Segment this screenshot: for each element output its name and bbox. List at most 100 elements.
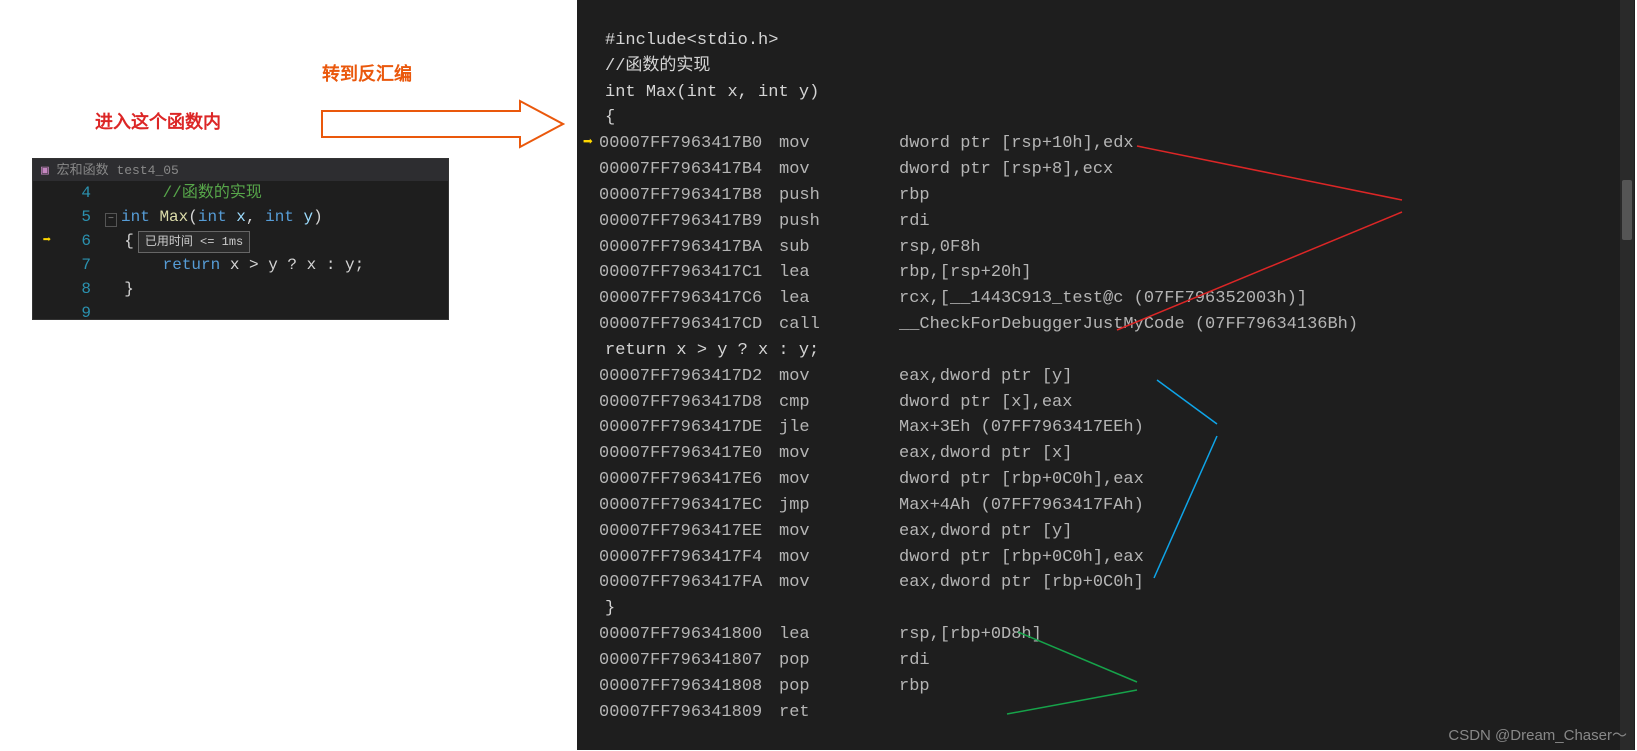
- disasm-row: 00007FF796341809ret: [577, 700, 1635, 726]
- operand: rdi: [899, 209, 1635, 235]
- mnemonic: pop: [779, 648, 899, 674]
- operand: rbp,[rsp+20h]: [899, 260, 1635, 286]
- disasm-source-line: //函数的实现: [577, 54, 1635, 80]
- disasm-row: 00007FF7963417CDcall__CheckForDebuggerJu…: [577, 312, 1635, 338]
- address: 00007FF796341809: [599, 700, 779, 726]
- disasm-row: 00007FF7963417ECjmpMax+4Ah (07FF7963417F…: [577, 493, 1635, 519]
- disasm-row: 00007FF7963417F4movdword ptr [rbp+0C0h],…: [577, 545, 1635, 571]
- disasm-row: 00007FF7963417D2moveax,dword ptr [y]: [577, 364, 1635, 390]
- annotation-enter-func: 进入这个函数内: [95, 108, 221, 134]
- operand: [899, 700, 1635, 726]
- annotation-goto-disasm: 转到反汇编: [322, 60, 412, 86]
- disasm-row: 00007FF7963417E6movdword ptr [rbp+0C0h],…: [577, 467, 1635, 493]
- operand: Max+4Ah (07FF7963417FAh): [899, 493, 1635, 519]
- code-line: 8 }: [33, 277, 448, 301]
- operand: eax,dword ptr [y]: [899, 519, 1635, 545]
- address: 00007FF7963417E6: [599, 467, 779, 493]
- disasm-row: 00007FF7963417FAmoveax,dword ptr [rbp+0C…: [577, 570, 1635, 596]
- address: 00007FF7963417D8: [599, 390, 779, 416]
- disasm-row: 00007FF7963417DEjleMax+3Eh (07FF7963417E…: [577, 415, 1635, 441]
- tab-bar[interactable]: ▣ 宏和函数 test4_05: [33, 159, 448, 181]
- operand: eax,dword ptr [rbp+0C0h]: [899, 570, 1635, 596]
- scrollbar[interactable]: [1620, 0, 1634, 750]
- disasm-row: 00007FF7963417E0moveax,dword ptr [x]: [577, 441, 1635, 467]
- address: 00007FF7963417DE: [599, 415, 779, 441]
- operand: eax,dword ptr [x]: [899, 441, 1635, 467]
- mnemonic: sub: [779, 235, 899, 261]
- operand: dword ptr [rbp+0C0h],eax: [899, 545, 1635, 571]
- disasm-row: 00007FF7963417B4movdword ptr [rsp+8],ecx: [577, 157, 1635, 183]
- mnemonic: mov: [779, 519, 899, 545]
- address: 00007FF7963417F4: [599, 545, 779, 571]
- disasm-row: ➡00007FF7963417B0movdword ptr [rsp+10h],…: [577, 131, 1635, 157]
- disassembly-panel: #include<stdio.h> //函数的实现 int Max(int x,…: [577, 0, 1635, 750]
- operand: Max+3Eh (07FF7963417EEh): [899, 415, 1635, 441]
- tab-label: 宏和函数 test4_05: [57, 163, 179, 178]
- mnemonic: call: [779, 312, 899, 338]
- address: 00007FF7963417EC: [599, 493, 779, 519]
- code-line: 5 −int Max(int x, int y): [33, 205, 448, 229]
- address: 00007FF7963417D2: [599, 364, 779, 390]
- disasm-source-line: {: [577, 105, 1635, 131]
- address: 00007FF7963417C6: [599, 286, 779, 312]
- address: 00007FF7963417C1: [599, 260, 779, 286]
- source-code-panel: ▣ 宏和函数 test4_05 4 //函数的实现 5 −int Max(int…: [32, 158, 449, 320]
- mnemonic: mov: [779, 157, 899, 183]
- operand: __CheckForDebuggerJustMyCode (07FF796341…: [899, 312, 1635, 338]
- address: 00007FF796341808: [599, 674, 779, 700]
- disasm-row: 00007FF7963417EEmoveax,dword ptr [y]: [577, 519, 1635, 545]
- disasm-row: 00007FF7963417B8pushrbp: [577, 183, 1635, 209]
- code-line-current: ➡ 6 {已用时间 <= 1ms: [33, 229, 448, 253]
- code-line: 9: [33, 301, 448, 325]
- disasm-row: 00007FF796341800learsp,[rbp+0D8h]: [577, 622, 1635, 648]
- code-line: 7 return x > y ? x : y;: [33, 253, 448, 277]
- disasm-row: 00007FF7963417D8cmpdword ptr [x],eax: [577, 390, 1635, 416]
- address: 00007FF7963417FA: [599, 570, 779, 596]
- disasm-source-line: #include<stdio.h>: [577, 28, 1635, 54]
- disasm-row: 00007FF796341808poprbp: [577, 674, 1635, 700]
- operand: rbp: [899, 183, 1635, 209]
- address: 00007FF7963417EE: [599, 519, 779, 545]
- mnemonic: lea: [779, 286, 899, 312]
- address: 00007FF796341800: [599, 622, 779, 648]
- operand: rcx,[__1443C913_test@c (07FF796352003h)]: [899, 286, 1635, 312]
- address: 00007FF796341807: [599, 648, 779, 674]
- address: 00007FF7963417CD: [599, 312, 779, 338]
- mnemonic: mov: [779, 441, 899, 467]
- address: 00007FF7963417B4: [599, 157, 779, 183]
- mnemonic: mov: [779, 545, 899, 571]
- address: 00007FF7963417BA: [599, 235, 779, 261]
- operand: dword ptr [x],eax: [899, 390, 1635, 416]
- operand: dword ptr [rbp+0C0h],eax: [899, 467, 1635, 493]
- disasm-row: 00007FF7963417BAsubrsp,0F8h: [577, 235, 1635, 261]
- mnemonic: mov: [779, 467, 899, 493]
- operand: eax,dword ptr [y]: [899, 364, 1635, 390]
- mnemonic: jle: [779, 415, 899, 441]
- arrow-icon: [320, 99, 565, 149]
- mnemonic: lea: [779, 622, 899, 648]
- mnemonic: pop: [779, 674, 899, 700]
- mnemonic: jmp: [779, 493, 899, 519]
- operand: rsp,[rbp+0D8h]: [899, 622, 1635, 648]
- disasm-source-line: return x > y ? x : y;: [577, 338, 1635, 364]
- mnemonic: cmp: [779, 390, 899, 416]
- operand: rdi: [899, 648, 1635, 674]
- mnemonic: mov: [779, 131, 899, 157]
- address: 00007FF7963417B9: [599, 209, 779, 235]
- timing-badge: 已用时间 <= 1ms: [138, 231, 250, 253]
- disasm-row: 00007FF7963417C6learcx,[__1443C913_test@…: [577, 286, 1635, 312]
- address: 00007FF7963417B0: [599, 131, 779, 157]
- current-line-arrow-icon: ➡: [33, 231, 61, 252]
- disasm-row: 00007FF7963417C1learbp,[rsp+20h]: [577, 260, 1635, 286]
- disasm-source-line: }: [577, 596, 1635, 622]
- mnemonic: ret: [779, 700, 899, 726]
- mnemonic: push: [779, 209, 899, 235]
- current-arrow-icon: ➡: [577, 131, 599, 157]
- mnemonic: mov: [779, 570, 899, 596]
- mnemonic: push: [779, 183, 899, 209]
- mnemonic: lea: [779, 260, 899, 286]
- operand: dword ptr [rsp+8],ecx: [899, 157, 1635, 183]
- disasm-row: 00007FF7963417B9pushrdi: [577, 209, 1635, 235]
- address: 00007FF7963417E0: [599, 441, 779, 467]
- disasm-source-line: int Max(int x, int y): [577, 80, 1635, 106]
